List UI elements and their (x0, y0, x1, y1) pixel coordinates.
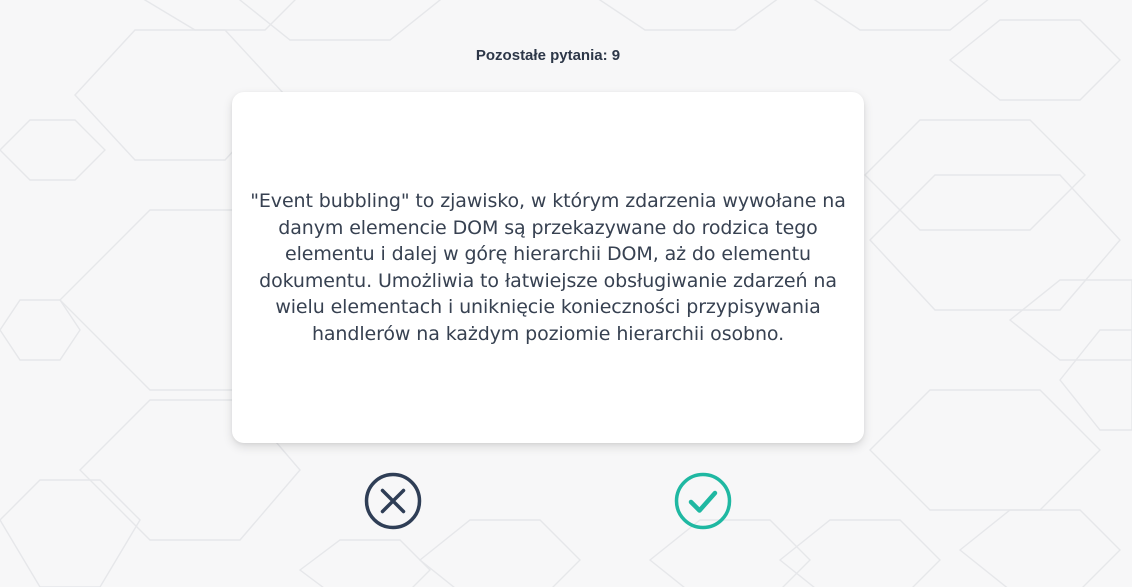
check-circle-icon (674, 472, 732, 530)
reject-button[interactable] (363, 471, 423, 531)
x-circle-icon (364, 472, 422, 530)
flashcard[interactable]: "Event bubbling" to zjawisko, w którym z… (232, 92, 864, 443)
accept-button[interactable] (673, 471, 733, 531)
remaining-questions-counter: Pozostałe pytania: 9 (475, 47, 621, 64)
flashcard-text: "Event bubbling" to zjawisko, w którym z… (250, 190, 846, 345)
